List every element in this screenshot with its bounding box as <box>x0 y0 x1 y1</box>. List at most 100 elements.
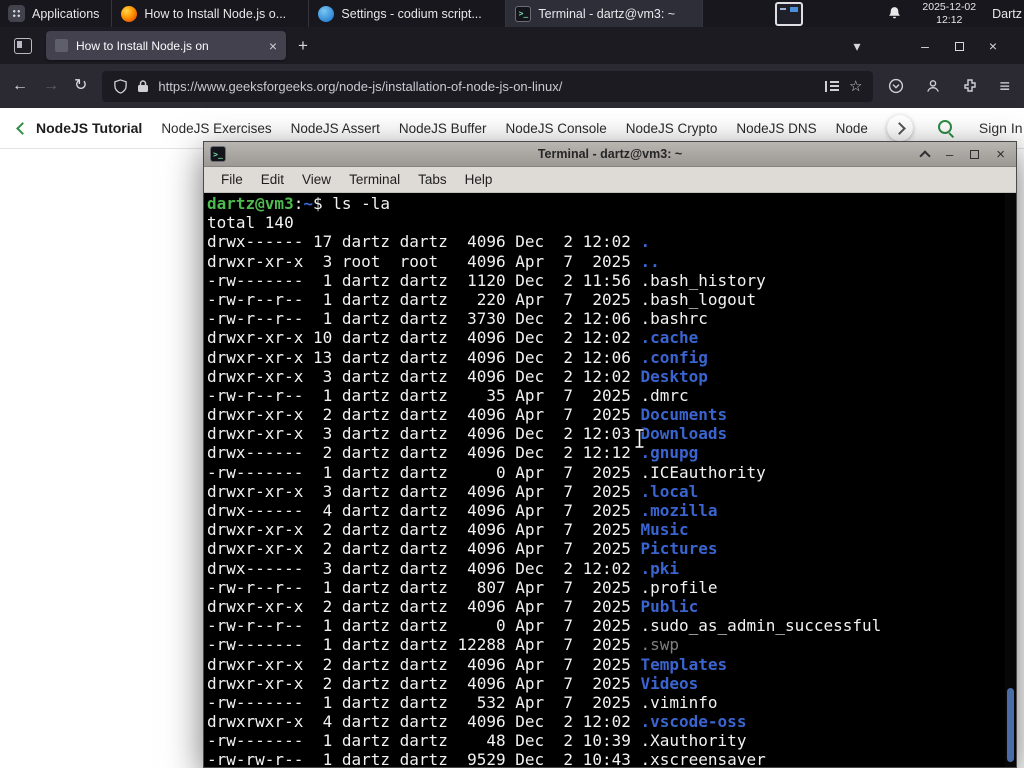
clock[interactable]: 2025-12-02 12:12 <box>922 1 976 26</box>
screen: Applications How to Install Node.js o...… <box>0 0 1024 768</box>
terminal-line: -rw------- 1 dartz dartz 532 Apr 7 2025 … <box>207 692 718 712</box>
terminal-line: drwx------ 17 dartz dartz 4096 Dec 2 12:… <box>207 232 651 252</box>
lock-icon[interactable] <box>137 79 149 93</box>
site-nav-link-label: Node <box>835 120 868 136</box>
terminal-titlebar[interactable]: Terminal - dartz@vm3: ~ >_ – × <box>204 142 1016 167</box>
terminal-minimize-button[interactable]: – <box>946 148 953 161</box>
tab-title: How to Install Node.js on <box>76 38 209 53</box>
back-button[interactable]: ← <box>12 78 28 94</box>
terminal-line: -rw-r--r-- 1 dartz dartz 807 Apr 7 2025 … <box>207 577 718 597</box>
terminal-menu-edit[interactable]: Edit <box>252 172 293 187</box>
terminal-close-button[interactable]: × <box>996 147 1005 162</box>
site-nav-link[interactable]: NodeJS Buffer <box>399 121 487 136</box>
forward-button[interactable]: → <box>43 78 59 94</box>
pocket-icon[interactable] <box>888 78 904 94</box>
applications-grid-icon <box>8 5 25 22</box>
taskbar-item-title: Terminal - dartz@vm3: ~ <box>538 6 676 21</box>
terminal-line: -rw------- 1 dartz dartz 12288 Apr 7 202… <box>207 635 680 655</box>
terminal-line: -rw------- 1 dartz dartz 0 Apr 7 2025 .I… <box>207 462 766 482</box>
terminal-line: -rw-r--r-- 1 dartz dartz 3730 Dec 2 12:0… <box>207 309 708 329</box>
site-nav-link[interactable]: Node <box>836 121 868 136</box>
terminal-line: drwxr-xr-x 13 dartz dartz 4096 Dec 2 12:… <box>207 347 708 367</box>
terminal-maximize-button[interactable] <box>970 149 980 159</box>
list-all-tabs-icon[interactable]: ▾ <box>840 39 874 53</box>
tray-terminal-icon[interactable] <box>775 1 804 26</box>
clock-date: 2025-12-02 <box>922 0 977 13</box>
bookmark-star-icon[interactable]: ☆ <box>849 79 862 94</box>
tab-close-icon[interactable]: × <box>269 39 277 53</box>
browser-minimize-button[interactable]: – <box>908 39 942 53</box>
site-nav-link[interactable]: NodeJS Console <box>505 121 606 136</box>
site-nav-link-label: NodeJS Exercises <box>161 120 272 136</box>
applications-label: Applications <box>32 6 100 21</box>
terminal-line: drwxr-xr-x 3 dartz dartz 4096 Dec 2 12:0… <box>207 424 728 444</box>
terminal-menu-help[interactable]: Help <box>456 172 502 187</box>
taskbar-item[interactable]: >_ Terminal - dartz@vm3: ~ <box>506 0 703 27</box>
browser-close-button[interactable]: × <box>976 39 1010 53</box>
notification-bell-icon[interactable] <box>887 6 902 21</box>
sign-in-button[interactable]: Sign In <box>979 120 1023 136</box>
browser-toolbar: ← → ↻ https://www.geeksforgeeks.org/node… <box>0 64 1024 108</box>
chevron-left-icon <box>16 121 29 135</box>
taskbar-item[interactable]: Settings - codium script... <box>309 0 505 27</box>
site-nav-right: Sign In <box>886 115 1023 141</box>
terminal-menu-file[interactable]: File <box>212 172 252 187</box>
terminal-app-icon: >_ <box>210 146 226 162</box>
terminal-line: drwxr-xr-x 3 dartz dartz 4096 Dec 2 12:0… <box>207 366 708 386</box>
terminal-line: total 140 <box>207 213 294 233</box>
browser-maximize-button[interactable] <box>942 39 976 53</box>
terminal-window-title: Terminal - dartz@vm3: ~ <box>537 147 683 161</box>
url-text[interactable]: https://www.geeksforgeeks.org/node-js/in… <box>158 79 816 94</box>
terminal-prompt-line: dartz@vm3:~$ ls -la <box>207 194 391 213</box>
terminal-line: drwx------ 4 dartz dartz 4096 Apr 7 2025… <box>207 501 718 520</box>
toolbar-right: ≡ <box>888 77 1012 95</box>
taskbar-item-title: How to Install Node.js o... <box>144 6 287 21</box>
terminal-line: drwx------ 2 dartz dartz 4096 Dec 2 12:1… <box>207 443 699 463</box>
terminal-line: drwxr-xr-x 2 dartz dartz 4096 Apr 7 2025… <box>207 539 718 559</box>
maximize-icon <box>954 41 964 51</box>
url-bar[interactable]: https://www.geeksforgeeks.org/node-js/in… <box>102 70 874 102</box>
terminal-line: drwxr-xr-x 2 dartz dartz 4096 Apr 7 2025… <box>207 520 689 540</box>
new-tab-button[interactable]: + <box>298 37 308 54</box>
terminal-line: drwxr-xr-x 2 dartz dartz 4096 Apr 7 2025… <box>207 405 728 425</box>
terminal-menu-terminal[interactable]: Terminal <box>340 172 409 187</box>
terminal-scrollbar[interactable] <box>1005 193 1016 767</box>
firefox-view-icon[interactable] <box>14 37 32 54</box>
site-nav-link-label: NodeJS Tutorial <box>36 120 143 136</box>
site-nav-link-label: NodeJS Buffer <box>398 120 487 136</box>
terminal-line: drwxr-xr-x 2 dartz dartz 4096 Apr 7 2025… <box>207 654 728 674</box>
browser-tab[interactable]: How to Install Node.js on × <box>46 31 286 60</box>
terminal-line: -rw------- 1 dartz dartz 48 Dec 2 10:39 … <box>207 731 747 751</box>
system-bar: Applications How to Install Node.js o...… <box>0 0 1024 27</box>
terminal-output: dartz@vm3:~$ ls -la total 140 drwx------ 1… <box>207 194 881 767</box>
terminal-menu-view[interactable]: View <box>293 172 340 187</box>
scrollbar-thumb[interactable] <box>1007 688 1014 762</box>
firefox-icon <box>121 5 138 22</box>
terminal-icon: >_ <box>515 5 532 22</box>
reader-mode-icon[interactable] <box>825 80 840 92</box>
taskbar-item[interactable]: How to Install Node.js o... <box>112 0 308 27</box>
nav-scroll-right-button[interactable] <box>886 115 913 141</box>
shade-window-icon[interactable] <box>919 149 931 162</box>
search-icon[interactable] <box>937 119 955 137</box>
extensions-icon[interactable] <box>962 78 978 94</box>
site-nav-links: NodeJS Tutorial NodeJS Exercises NodeJS As… <box>16 120 868 136</box>
user-menu[interactable]: Dartz <box>992 7 1024 21</box>
site-nav-link[interactable]: NodeJS DNS <box>736 121 816 136</box>
site-nav-link[interactable]: NodeJS Crypto <box>626 121 718 136</box>
window-controls: ▾ – × <box>840 39 1016 53</box>
terminal-menu-tabs[interactable]: Tabs <box>409 172 456 187</box>
terminal-line: drwxr-xr-x 3 root root 4096 Apr 7 2025 .… <box>207 251 660 271</box>
reload-button[interactable]: ↻ <box>74 78 87 94</box>
applications-menu-button[interactable]: Applications <box>0 0 111 27</box>
taskbar: How to Install Node.js o... Settings - co… <box>112 0 704 27</box>
tracking-shield-icon[interactable] <box>113 78 128 94</box>
terminal-body[interactable]: dartz@vm3:~$ ls -la total 140 drwx------ 1… <box>204 193 1016 767</box>
site-nav-link[interactable]: NodeJS Tutorial <box>16 120 143 136</box>
site-nav-link[interactable]: NodeJS Exercises <box>161 121 271 136</box>
menu-icon[interactable]: ≡ <box>999 77 1010 95</box>
site-nav-link[interactable]: NodeJS Assert <box>291 121 380 136</box>
site-nav-link-label: NodeJS Assert <box>290 120 380 136</box>
terminal-line: -rw-r--r-- 1 dartz dartz 35 Apr 7 2025 .… <box>207 385 689 405</box>
account-icon[interactable] <box>925 78 941 94</box>
